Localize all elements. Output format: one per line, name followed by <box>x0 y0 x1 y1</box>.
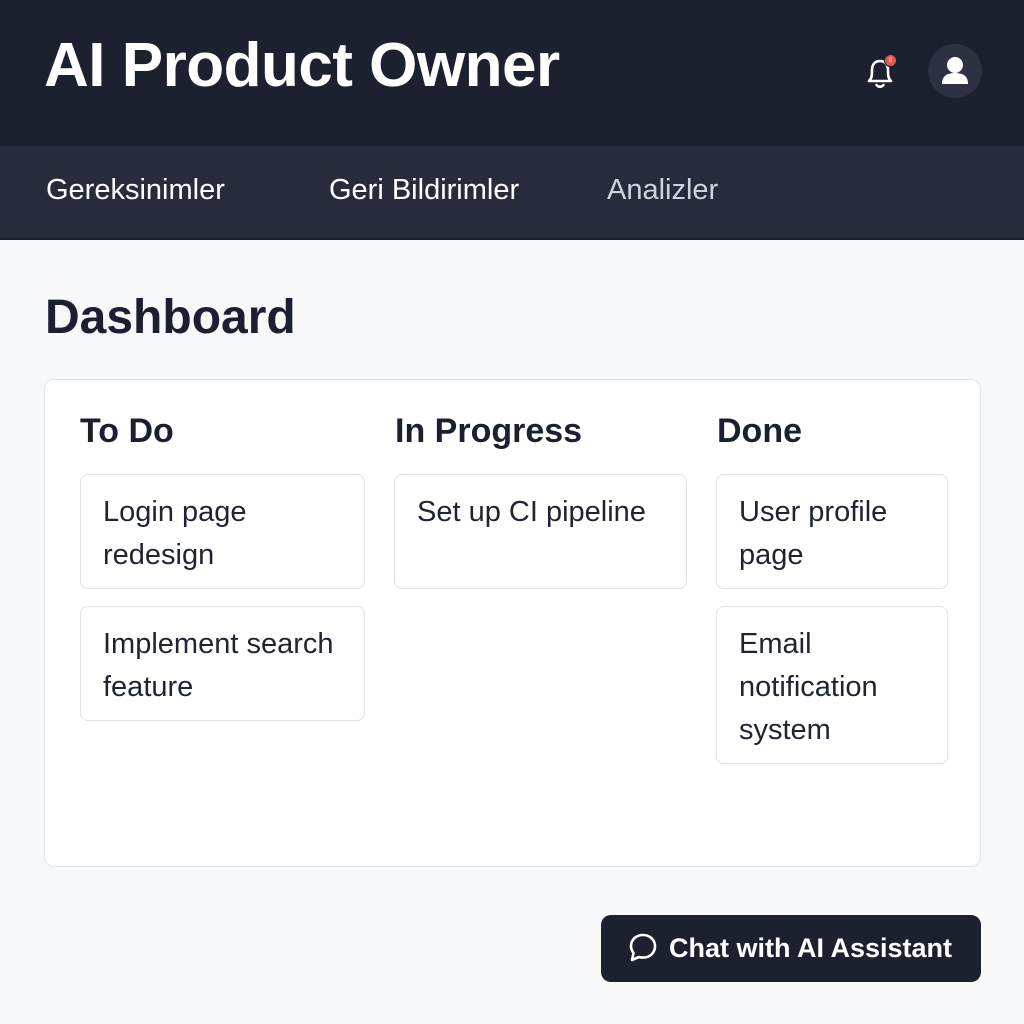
app-title: AI Product Owner <box>44 31 560 100</box>
task-card[interactable]: Set up CI pipeline <box>394 474 687 589</box>
task-card[interactable]: Email notification system <box>716 606 948 764</box>
chat-bubble-icon <box>629 933 657 962</box>
column-title-in-progress: In Progress <box>395 412 583 450</box>
chat-button-label: Chat with AI Assistant <box>669 933 953 963</box>
task-card[interactable]: Login page redesign <box>80 474 365 589</box>
tab-gereksinimler[interactable]: Gereksinimler <box>46 174 225 207</box>
page-title: Dashboard <box>45 291 296 344</box>
chat-assistant-button[interactable]: Chat with AI Assistant <box>601 915 981 982</box>
notification-badge: 8 <box>884 54 897 67</box>
nav-divider <box>0 238 1024 240</box>
notifications-button[interactable]: 8 <box>862 54 898 92</box>
nav-bar: Gereksinimler Geri Bildirimler Analizler <box>0 146 1024 238</box>
tab-analizler[interactable]: Analizler <box>607 174 718 207</box>
tab-geri-bildirimler[interactable]: Geri Bildirimler <box>329 174 519 207</box>
column-title-todo: To Do <box>80 412 174 450</box>
app-header: AI Product Owner 8 <box>0 0 1024 146</box>
user-icon <box>942 57 968 84</box>
task-card[interactable]: Implement search feature <box>80 606 365 721</box>
column-title-done: Done <box>717 412 802 450</box>
task-card[interactable]: User profile page <box>716 474 948 589</box>
user-avatar-button[interactable] <box>928 44 982 98</box>
